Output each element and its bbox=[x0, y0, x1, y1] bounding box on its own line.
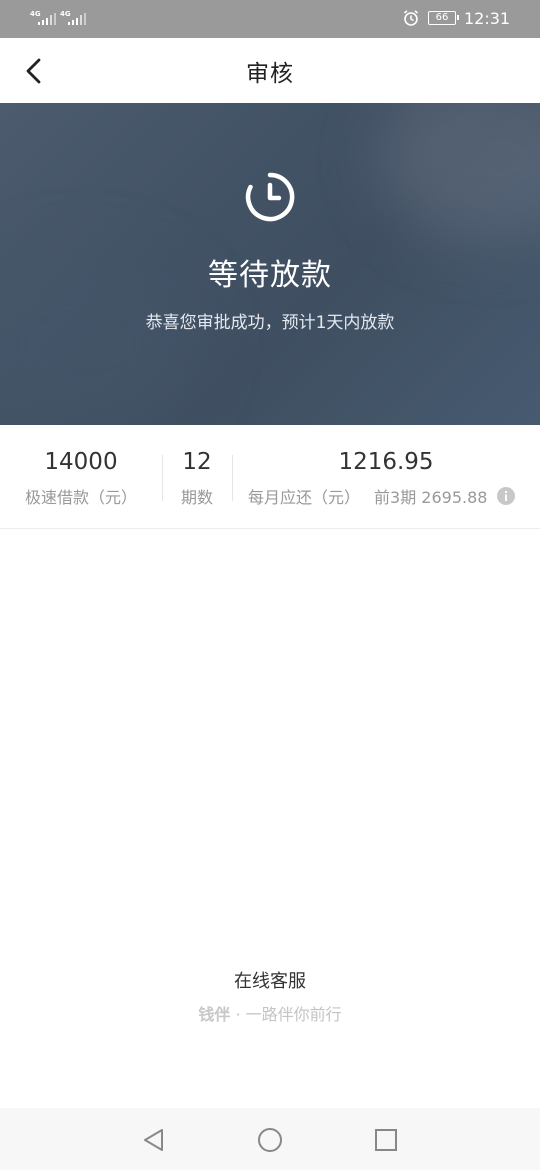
page-title: 审核 bbox=[246, 61, 294, 87]
status-bar: 4G 4G 66 12:31 bbox=[0, 0, 540, 38]
monthly-payment-label-row: 每月应还（元） 前3期 2695.88 bbox=[248, 484, 540, 508]
periods-cell: 12 期数 bbox=[162, 425, 232, 529]
loan-amount-value: 14000 bbox=[44, 449, 118, 475]
status-banner: 等待放款 恭喜您审批成功，预计1天内放款 bbox=[0, 103, 540, 425]
system-home-button[interactable] bbox=[250, 1120, 290, 1160]
battery-level: 66 bbox=[435, 12, 449, 23]
banner-decoration bbox=[380, 103, 540, 243]
loan-amount-cell: 14000 极速借款（元） bbox=[0, 425, 162, 529]
monthly-payment-label: 每月应还（元） bbox=[248, 488, 361, 507]
app-page: 4G 4G 66 12:31 审核 等待放款 恭喜您审批成功，预计1天内放款 1… bbox=[0, 0, 540, 1170]
info-icon[interactable] bbox=[496, 487, 515, 505]
monthly-payment-value: 1216.95 bbox=[338, 449, 434, 475]
footer-slogan: 钱伴 · 一路伴你前行 bbox=[0, 1001, 540, 1025]
periods-value: 12 bbox=[182, 449, 212, 475]
periods-label: 期数 bbox=[180, 488, 213, 507]
circle-home-icon bbox=[258, 1128, 282, 1152]
system-nav-bar bbox=[0, 1108, 540, 1170]
system-back-button[interactable] bbox=[134, 1120, 174, 1160]
nav-bar: 审核 bbox=[0, 38, 540, 103]
brand-logo: 钱伴 bbox=[198, 1005, 231, 1024]
online-service-link[interactable]: 在线客服 bbox=[0, 967, 540, 993]
square-recents-icon bbox=[375, 1129, 397, 1151]
battery-icon: 66 bbox=[428, 11, 459, 25]
loan-summary: 14000 极速借款（元） 12 期数 1216.95 每月应还（元） 前3期 2… bbox=[0, 425, 540, 529]
system-recents-button[interactable] bbox=[366, 1120, 406, 1160]
triangle-back-icon bbox=[144, 1129, 163, 1151]
first-periods-value: 2695.88 bbox=[421, 488, 488, 507]
clock-icon bbox=[245, 172, 295, 222]
alarm-icon bbox=[403, 10, 419, 26]
status-right: 66 12:31 bbox=[402, 9, 510, 29]
loan-amount-label: 极速借款（元） bbox=[24, 488, 137, 507]
first-periods-label: 前3期 bbox=[374, 488, 417, 507]
status-time: 12:31 bbox=[464, 9, 511, 28]
slogan-text: · 一路伴你前行 bbox=[235, 1005, 342, 1024]
banner-subtitle: 恭喜您审批成功，预计1天内放款 bbox=[145, 313, 395, 333]
banner-title: 等待放款 bbox=[208, 258, 332, 293]
monthly-payment-cell: 1216.95 每月应还（元） 前3期 2695.88 bbox=[232, 425, 540, 529]
